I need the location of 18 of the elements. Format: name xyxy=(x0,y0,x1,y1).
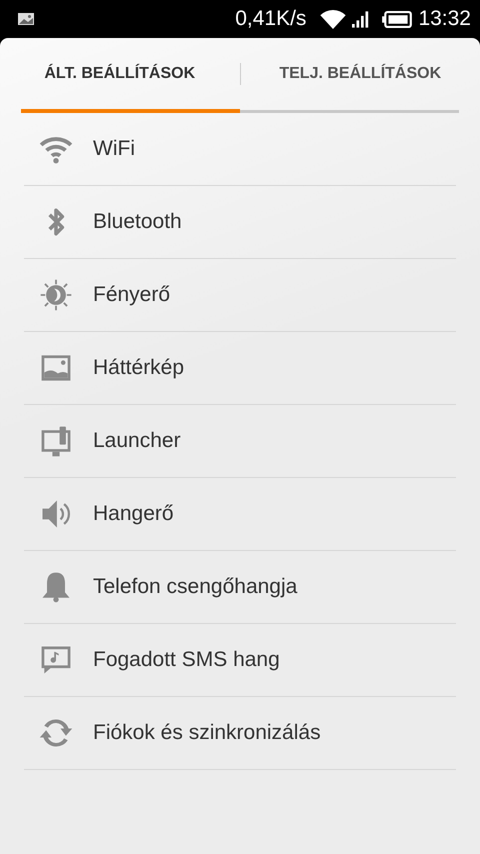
image-icon xyxy=(18,13,34,25)
settings-item[interactable]: WiFi xyxy=(24,113,456,186)
settings-item[interactable]: Háttérkép xyxy=(24,332,456,405)
clock: 13:32 xyxy=(418,7,471,31)
settings-item[interactable]: Launcher xyxy=(24,405,456,478)
settings-item[interactable]: Bluetooth xyxy=(24,186,456,259)
tab[interactable]: ÁLT. BEÁLLÍTÁSOK xyxy=(0,38,240,109)
tab[interactable]: TELJ. BEÁLLÍTÁSOK xyxy=(240,38,480,109)
sun-icon xyxy=(38,277,74,313)
settings-item[interactable]: Fogadott SMS hang xyxy=(24,624,456,697)
network-speed: 0,41K/s xyxy=(235,7,306,31)
wifi-icon xyxy=(320,10,346,28)
settings-item[interactable]: Hangerő xyxy=(24,478,456,551)
settings-item[interactable]: Fiókok és szinkronizálás xyxy=(24,697,456,770)
signal-icon xyxy=(352,10,370,28)
battery-icon xyxy=(382,10,412,28)
settings-item[interactable]: Fényerő xyxy=(24,259,456,332)
settings-item[interactable]: Telefon csengőhangja xyxy=(24,551,456,624)
